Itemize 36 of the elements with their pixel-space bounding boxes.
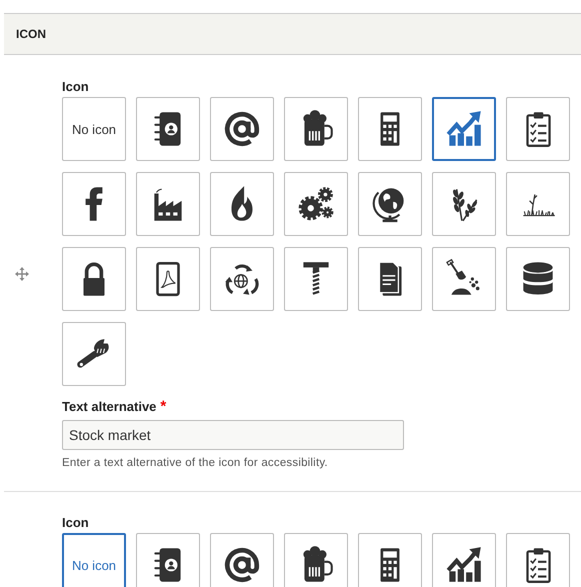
icon-option[interactable] <box>284 97 348 161</box>
field-label: Icon <box>62 515 89 530</box>
icon-option[interactable] <box>432 533 496 587</box>
icon-option[interactable] <box>358 172 422 236</box>
icon-option[interactable] <box>506 97 570 161</box>
icon-option[interactable] <box>136 533 200 587</box>
icon-option[interactable] <box>62 322 126 386</box>
icon-option[interactable] <box>284 247 348 311</box>
icon-option[interactable] <box>432 247 496 311</box>
icon-option[interactable] <box>136 247 200 311</box>
icon-option[interactable] <box>358 533 422 587</box>
icon-option[interactable] <box>358 97 422 161</box>
icon-option[interactable] <box>284 533 348 587</box>
icon-option[interactable] <box>62 172 126 236</box>
icon-option[interactable] <box>210 172 274 236</box>
icon-option[interactable] <box>136 97 200 161</box>
field-label: Text alternative <box>62 399 156 414</box>
icon-option[interactable] <box>358 247 422 311</box>
help-text: Enter a text alternative of the icon for accessibility. <box>62 457 329 469</box>
icon-option[interactable] <box>136 172 200 236</box>
icon-option[interactable] <box>432 172 496 236</box>
drag-handle-icon[interactable] <box>15 267 29 281</box>
section-title: ICON <box>16 27 46 41</box>
field-label: Icon <box>62 79 89 94</box>
icon-option[interactable] <box>210 247 274 311</box>
icon-option[interactable] <box>506 533 570 587</box>
no-icon-option[interactable]: No icon <box>62 533 126 587</box>
icon-option[interactable] <box>506 247 570 311</box>
icon-option[interactable] <box>210 97 274 161</box>
required-asterisk: * <box>160 398 166 415</box>
icon-option[interactable] <box>284 172 348 236</box>
icon-option[interactable] <box>506 172 570 236</box>
icon-option[interactable] <box>210 533 274 587</box>
text-alternative-field[interactable]: Stock market <box>62 420 404 450</box>
no-icon-option[interactable]: No icon <box>62 97 126 161</box>
icon-option[interactable] <box>62 247 126 311</box>
